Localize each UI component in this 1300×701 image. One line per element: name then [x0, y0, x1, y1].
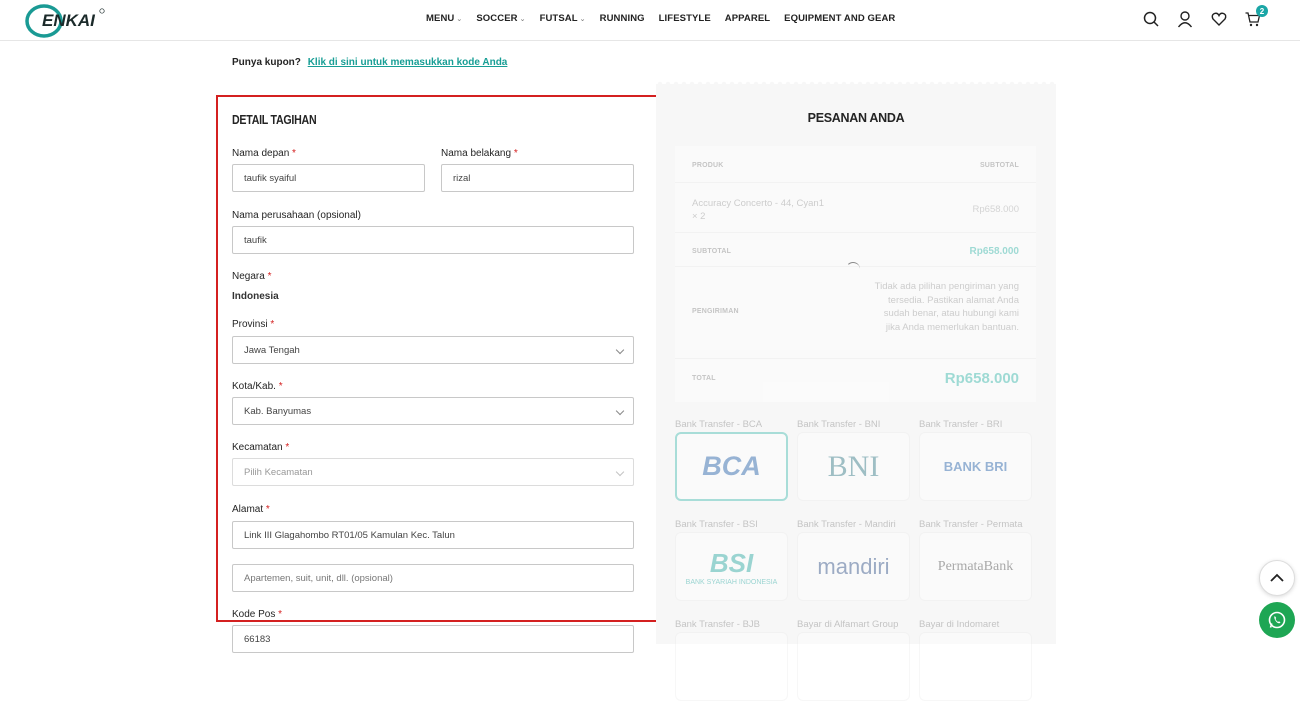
chevron-down-icon [615, 345, 625, 355]
heart-icon[interactable] [1211, 10, 1227, 28]
payment-label-permata: Bank Transfer - Permata [919, 519, 1023, 530]
district-label: Kecamatan * [232, 442, 290, 453]
city-label: Kota/Kab. * [232, 381, 283, 392]
address-label: Alamat * [232, 504, 270, 515]
search-icon[interactable] [1143, 10, 1159, 28]
nav-futsal[interactable]: FUTSAL ⌄ [540, 13, 586, 24]
nav-running[interactable]: RUNNING [600, 13, 645, 24]
address-line-2-field[interactable]: Apartemen, suit, unit, dll. (opsional) [232, 564, 634, 592]
company-label: Nama perusahaan (opsional) [232, 210, 361, 221]
whatsapp-icon [1268, 611, 1286, 629]
chevron-down-icon: ⌄ [579, 15, 586, 23]
chevron-up-icon [1270, 573, 1284, 582]
payment-option-mandiri[interactable]: mandiri [797, 532, 910, 601]
payment-methods: Bank Transfer - BCA Bank Transfer - BNI … [675, 416, 1036, 701]
logo-text: ENKAI [42, 11, 96, 30]
first-name-field[interactable]: taufik syaiful [232, 164, 425, 192]
payment-label-bca: Bank Transfer - BCA [675, 419, 763, 430]
coupon-notice: Punya kupon? Klik di sini untuk memasukk… [232, 57, 507, 68]
chevron-down-icon: ⌄ [456, 15, 463, 23]
cart-count-badge: 2 [1256, 5, 1268, 17]
order-subtotal-row: SUBTOTAL Rp658.000 [692, 246, 1019, 257]
coupon-label: Punya kupon? [232, 57, 301, 68]
nav-apparel[interactable]: APPAREL [725, 13, 770, 24]
scroll-to-top-button[interactable] [1259, 560, 1295, 596]
province-label: Provinsi * [232, 319, 275, 330]
bni-logo: BNI [827, 449, 880, 483]
chevron-down-icon: ⌄ [519, 15, 526, 23]
payment-label-bri: Bank Transfer - BRI [919, 419, 1003, 430]
enkai-logo[interactable]: ENKAI [24, 2, 106, 38]
payment-option-bjb[interactable] [675, 632, 788, 701]
bri-logo: BANK BRI [943, 459, 1008, 474]
order-line-item: Accuracy Concerto - 44, Cyan1 × 2 Rp658.… [692, 198, 1019, 222]
whatsapp-button[interactable] [1259, 602, 1295, 638]
payment-label-mandiri: Bank Transfer - Mandiri [797, 519, 896, 530]
address-line-1-field[interactable]: Link III Glagahombo RT01/05 Kamulan Kec.… [232, 521, 634, 549]
nav-lifestyle[interactable]: LIFESTYLE [659, 13, 711, 24]
last-name-label: Nama belakang * [441, 148, 518, 159]
billing-details-form: DETAIL TAGIHAN Nama depan * taufik syaif… [216, 95, 659, 622]
bca-logo: BCA [702, 451, 761, 481]
country-label: Negara * [232, 271, 272, 282]
loading-spinner-icon [846, 262, 860, 276]
order-table-header: PRODUK SUBTOTAL [692, 162, 1019, 169]
payment-label-alfamart: Bayar di Alfamart Group [797, 619, 899, 630]
payment-option-alfamart[interactable] [797, 632, 910, 701]
payment-option-bca[interactable]: BCA [675, 432, 788, 501]
chevron-down-icon [615, 467, 625, 477]
country-value: Indonesia [232, 291, 279, 302]
payment-label-indomaret: Bayar di Indomaret [919, 619, 1000, 630]
city-select[interactable]: Kab. Banyumas [232, 397, 634, 425]
province-select[interactable]: Jawa Tengah [232, 336, 634, 364]
coupon-link[interactable]: Klik di sini untuk memasukkan kode Anda [308, 57, 508, 68]
nav-equipment[interactable]: EQUIPMENT AND GEAR [784, 13, 895, 24]
payment-label-bjb: Bank Transfer - BJB [675, 619, 761, 630]
payment-option-bni[interactable]: BNI [797, 432, 910, 501]
order-summary-panel: PESANAN ANDA PRODUK SUBTOTAL Accuracy Co… [656, 80, 1056, 701]
main-nav: MENU ⌄ SOCCER ⌄ FUTSAL ⌄ RUNNING LIFESTYLE … [426, 13, 895, 24]
nav-soccer[interactable]: SOCCER ⌄ [476, 13, 525, 24]
payment-label-bsi: Bank Transfer - BSI [675, 519, 758, 530]
cart-icon[interactable]: 2 [1245, 5, 1268, 28]
payment-option-permata[interactable]: PermataBank [919, 532, 1032, 601]
bsi-logo: BSI [709, 547, 754, 578]
site-header: ENKAI MENU ⌄ SOCCER ⌄ FUTSAL ⌄ RUNNING LIFE… [0, 0, 1300, 41]
payment-option-indomaret[interactable] [919, 632, 1032, 701]
nav-menu[interactable]: MENU ⌄ [426, 13, 462, 24]
bsi-logo-subtext: BANK SYARIAH INDONESIA [685, 578, 778, 586]
postcode-field[interactable]: 66183 [232, 625, 634, 653]
payment-option-bsi[interactable]: BSI BANK SYARIAH INDONESIA [675, 532, 788, 601]
last-name-field[interactable]: rizal [441, 164, 634, 192]
order-title: PESANAN ANDA [807, 111, 905, 125]
billing-title: DETAIL TAGIHAN [232, 113, 317, 127]
first-name-label: Nama depan * [232, 148, 296, 159]
permata-logo: PermataBank [937, 558, 1014, 574]
payment-label-bni: Bank Transfer - BNI [797, 419, 881, 430]
mandiri-logo: mandiri [817, 553, 890, 579]
chevron-down-icon [615, 406, 625, 416]
company-field[interactable]: taufik [232, 226, 634, 254]
district-select[interactable]: Pilih Kecamatan [232, 458, 634, 486]
user-icon[interactable] [1177, 10, 1193, 28]
header-actions: 2 [1143, 5, 1268, 28]
order-shipping-row: PENGIRIMAN Tidak ada pilihan pengiriman … [692, 281, 1019, 333]
postcode-label: Kode Pos * [232, 609, 283, 620]
payment-option-bri[interactable]: BANK BRI [919, 432, 1032, 501]
